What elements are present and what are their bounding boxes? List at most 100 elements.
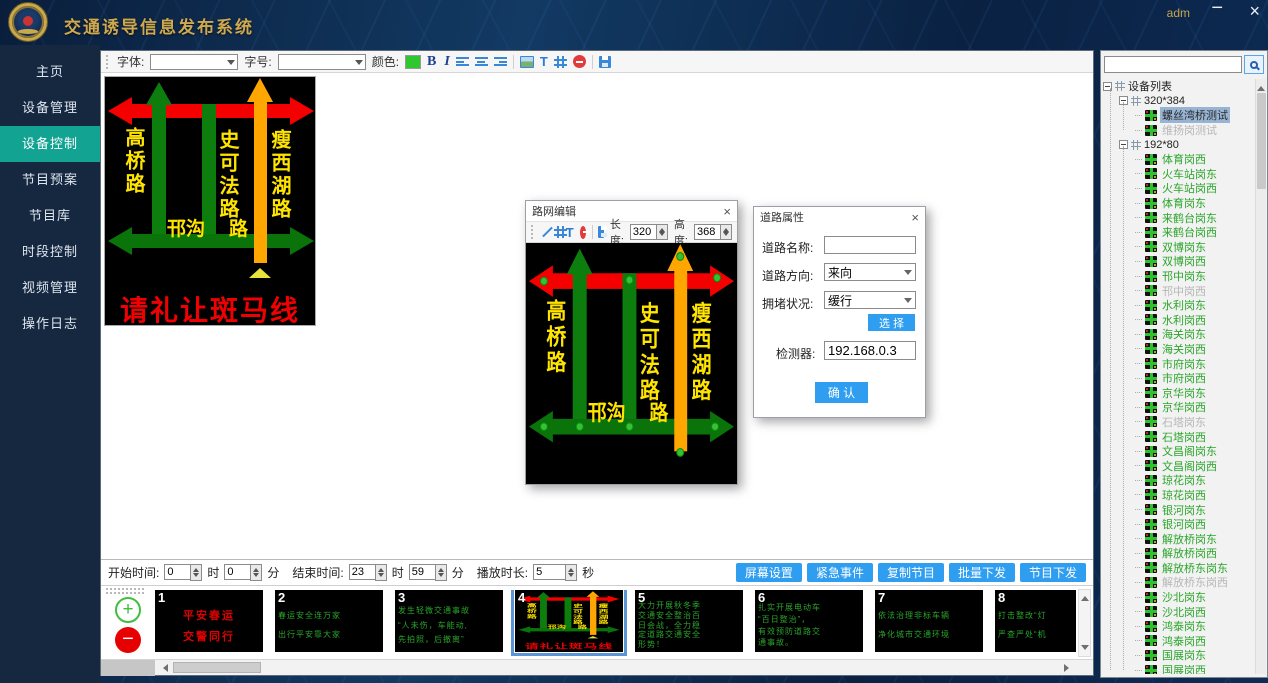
- spinner-down-icon[interactable]: [438, 573, 444, 580]
- device-item[interactable]: 市府岗东: [1103, 356, 1254, 371]
- tree-root[interactable]: 设备列表: [1103, 79, 1254, 94]
- start-hour-input[interactable]: [164, 564, 190, 580]
- edit-handle[interactable]: [540, 422, 548, 431]
- edit-handle[interactable]: [626, 275, 634, 284]
- action-button[interactable]: 屏幕设置: [736, 563, 802, 582]
- device-item[interactable]: 邗中岗东: [1103, 269, 1254, 284]
- sidebar-item[interactable]: 节目预案: [0, 162, 100, 198]
- device-item[interactable]: 来鹤台岗西: [1103, 225, 1254, 240]
- device-item[interactable]: 来鹤台岗东: [1103, 210, 1254, 225]
- device-item[interactable]: 琼花岗东: [1103, 473, 1254, 488]
- spinner-down-icon[interactable]: [568, 573, 574, 580]
- color-swatch[interactable]: [405, 55, 421, 69]
- road-icon[interactable]: [554, 56, 567, 68]
- spinner-up-icon[interactable]: [568, 565, 574, 572]
- device-item[interactable]: 京华岗东: [1103, 385, 1254, 400]
- device-item[interactable]: 邗中岗西: [1103, 283, 1254, 298]
- italic-button[interactable]: I: [444, 54, 449, 70]
- scroll-up-icon[interactable]: [1257, 82, 1265, 91]
- save-icon[interactable]: [599, 56, 611, 68]
- device-item[interactable]: 体育岗西: [1103, 152, 1254, 167]
- action-button[interactable]: 复制节目: [878, 563, 944, 582]
- device-item[interactable]: 沙北岗西: [1103, 604, 1254, 619]
- spinner-buttons[interactable]: [435, 564, 447, 581]
- align-right-icon[interactable]: [494, 56, 507, 67]
- strip-vertical-scrollbar[interactable]: [1078, 589, 1091, 657]
- program-thumbnail[interactable]: 3发生轻微交通事故“人未伤，车能动,先拍照，后撤离”: [395, 590, 503, 652]
- strip-horizontal-scrollbar[interactable]: [101, 659, 1093, 675]
- save-icon[interactable]: [598, 226, 604, 238]
- spinner-up-icon[interactable]: [723, 225, 729, 232]
- device-item[interactable]: 文昌阁岗西: [1103, 458, 1254, 473]
- road-icon[interactable]: [554, 226, 560, 238]
- spinner-down-icon[interactable]: [723, 232, 729, 239]
- program-thumbnail[interactable]: 5大力开展秋冬季交通安全整治百日会战，全力稳定道路交通安全形势！: [635, 590, 743, 652]
- spinner-down-icon[interactable]: [659, 232, 665, 239]
- action-button[interactable]: 批量下发: [949, 563, 1015, 582]
- device-item[interactable]: 双博岗东: [1103, 240, 1254, 255]
- device-item[interactable]: 石塔岗西: [1103, 429, 1254, 444]
- minimize-icon[interactable]: −: [1211, 0, 1223, 17]
- road-name-input[interactable]: [824, 236, 916, 254]
- scroll-right-icon[interactable]: [1064, 664, 1073, 672]
- device-group-row[interactable]: 192*80: [1103, 137, 1254, 152]
- image-icon[interactable]: [520, 56, 534, 68]
- prohibit-icon[interactable]: [573, 55, 586, 68]
- device-item[interactable]: 沙北岗东: [1103, 590, 1254, 605]
- spinner-up-icon[interactable]: [659, 225, 665, 232]
- edit-handle[interactable]: [540, 277, 548, 286]
- sidebar-item[interactable]: 设备控制: [0, 126, 100, 162]
- bold-button[interactable]: B: [427, 54, 436, 70]
- spinner-up-icon[interactable]: [438, 565, 444, 572]
- sidebar-item[interactable]: 时段控制: [0, 234, 100, 270]
- line-tool-icon[interactable]: [541, 226, 547, 239]
- prohibit-icon[interactable]: [580, 226, 586, 239]
- program-thumbnail[interactable]: 1平安春运交警同行: [155, 590, 263, 652]
- font-select[interactable]: [150, 54, 238, 70]
- device-item[interactable]: 解放桥岗东: [1103, 531, 1254, 546]
- device-item[interactable]: 解放桥东岗西: [1103, 575, 1254, 590]
- device-item[interactable]: 海关岗东: [1103, 327, 1254, 342]
- spinner-buttons[interactable]: [656, 224, 668, 240]
- text-icon[interactable]: T: [566, 225, 574, 240]
- device-item[interactable]: 体育岗东: [1103, 196, 1254, 211]
- sidebar-item[interactable]: 操作日志: [0, 306, 100, 342]
- confirm-button[interactable]: 确 认: [815, 382, 868, 403]
- device-item[interactable]: 鸿泰岗东: [1103, 619, 1254, 634]
- add-program-button[interactable]: +: [115, 597, 141, 623]
- road-editor-canvas[interactable]: 高桥路 史可法路 瘦西湖路 邗沟 路: [526, 243, 737, 484]
- scroll-down-icon[interactable]: [1081, 645, 1089, 654]
- device-item[interactable]: 琼花岗西: [1103, 488, 1254, 503]
- program-thumbnail[interactable]: 8打击整改“灯严查严处“机: [995, 590, 1076, 652]
- device-item[interactable]: 市府岗西: [1103, 371, 1254, 386]
- length-input[interactable]: [630, 224, 656, 240]
- end-minute-input[interactable]: [409, 564, 435, 580]
- device-item[interactable]: 国展岗东: [1103, 648, 1254, 663]
- duration-input[interactable]: [533, 564, 565, 580]
- text-icon[interactable]: T: [540, 54, 548, 69]
- height-input[interactable]: [694, 224, 720, 240]
- road-direction-select[interactable]: 来向: [824, 263, 916, 281]
- edit-handle[interactable]: [676, 252, 684, 261]
- device-item[interactable]: 双博岗西: [1103, 254, 1254, 269]
- spinner-down-icon[interactable]: [193, 573, 199, 580]
- scroll-left-icon[interactable]: [159, 664, 168, 672]
- spinner-buttons[interactable]: [250, 564, 262, 581]
- device-item[interactable]: 京华岗西: [1103, 400, 1254, 415]
- close-icon[interactable]: ×: [1249, 3, 1260, 20]
- edit-handle[interactable]: [626, 422, 634, 431]
- close-icon[interactable]: ×: [911, 211, 919, 224]
- device-item[interactable]: 银河岗东: [1103, 502, 1254, 517]
- edit-handle[interactable]: [713, 273, 721, 282]
- edit-handle[interactable]: [676, 448, 684, 457]
- end-hour-input[interactable]: [349, 564, 375, 580]
- align-left-icon[interactable]: [456, 56, 469, 67]
- dialog-title-bar[interactable]: 路网编辑 ×: [526, 201, 737, 221]
- edit-handle[interactable]: [576, 422, 584, 431]
- device-item[interactable]: 火车站岗西: [1103, 181, 1254, 196]
- search-button[interactable]: [1244, 55, 1264, 74]
- close-icon[interactable]: ×: [723, 205, 731, 218]
- device-item[interactable]: 鸿泰岗西: [1103, 634, 1254, 649]
- align-center-icon[interactable]: [475, 56, 488, 67]
- select-button[interactable]: 选 择: [868, 314, 915, 331]
